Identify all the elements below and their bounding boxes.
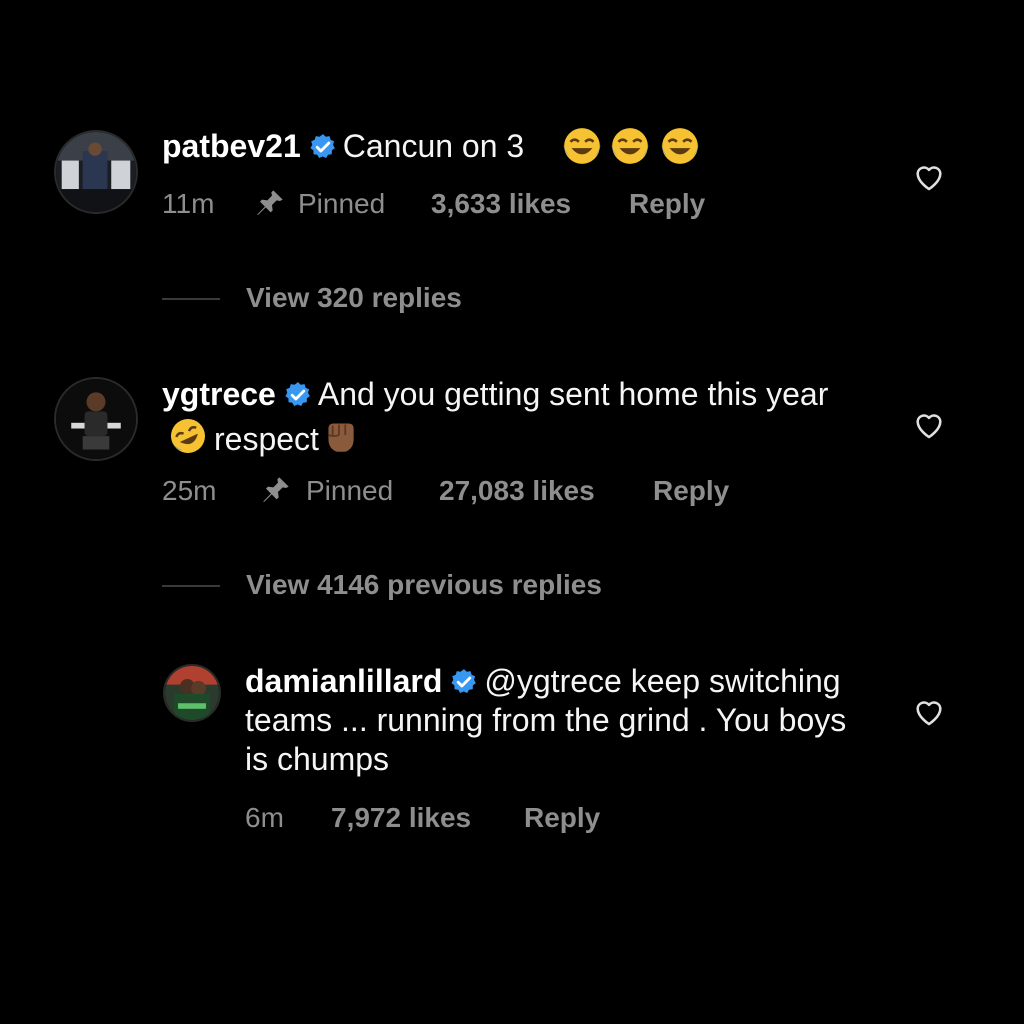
likes-count[interactable]: 27,083 likes [439,474,595,508]
verified-badge-icon [451,669,477,693]
divider [162,298,220,300]
comment-time: 25m [162,475,217,506]
rolling-on-the-floor-laughing-icon [171,419,205,453]
heart-outline-icon[interactable] [912,408,946,442]
face-with-tears-of-joy-icon [611,128,649,164]
comment-text: patbev21 Cancun on 3 [162,127,862,166]
comment-text: ygtrece And you getting sent home this ye… [162,375,882,459]
reply-button[interactable]: Reply [653,474,729,508]
view-replies-toggle[interactable]: View 320 replies [162,281,662,315]
comment-username[interactable]: ygtrece [162,376,276,412]
comment-body: And you getting sent home this year [317,376,829,412]
likes-count[interactable]: 7,972 likes [331,801,471,835]
comment-username[interactable]: damianlillard [245,663,442,699]
avatar-patbev21[interactable] [54,130,138,214]
heart-outline-icon[interactable] [912,160,946,194]
raised-fist-icon [328,423,354,452]
view-replies-label: View 320 replies [246,282,462,313]
pin-icon [257,190,283,215]
comment-meta: 11m Pinned 3,633 likes Reply [162,187,762,221]
face-with-tears-of-joy-icon [563,128,601,164]
avatar-ygtrece[interactable] [54,377,138,461]
verified-badge-icon [285,382,310,406]
likes-count[interactable]: 3,633 likes [431,187,571,221]
comment-meta: 25m Pinned 27,083 likes Reply [162,474,812,508]
comment-body: Cancun on 3 [342,128,525,164]
comment-time: 6m [245,802,284,833]
comment-username[interactable]: patbev21 [162,128,301,164]
comment-meta: 6m 7,972 likes Reply [245,801,695,835]
pinned-label: Pinned [298,188,386,219]
heart-outline-icon[interactable] [912,695,946,729]
pinned-label: Pinned [306,475,394,506]
avatar-damianlillard[interactable] [163,664,221,722]
comment-time: 11m [162,188,215,219]
comment-text: damianlillard @ygtrece keep switching tea… [245,662,865,779]
verified-badge-icon [310,134,335,158]
divider [162,585,220,587]
reply-button[interactable]: Reply [629,187,705,221]
view-previous-replies-toggle[interactable]: View 4146 previous replies [162,568,762,602]
reply-button[interactable]: Reply [524,801,600,835]
face-with-tears-of-joy-icon [661,128,699,164]
view-replies-label: View 4146 previous replies [246,569,602,600]
pin-icon [263,477,289,502]
comment-body-end: respect [214,421,319,457]
